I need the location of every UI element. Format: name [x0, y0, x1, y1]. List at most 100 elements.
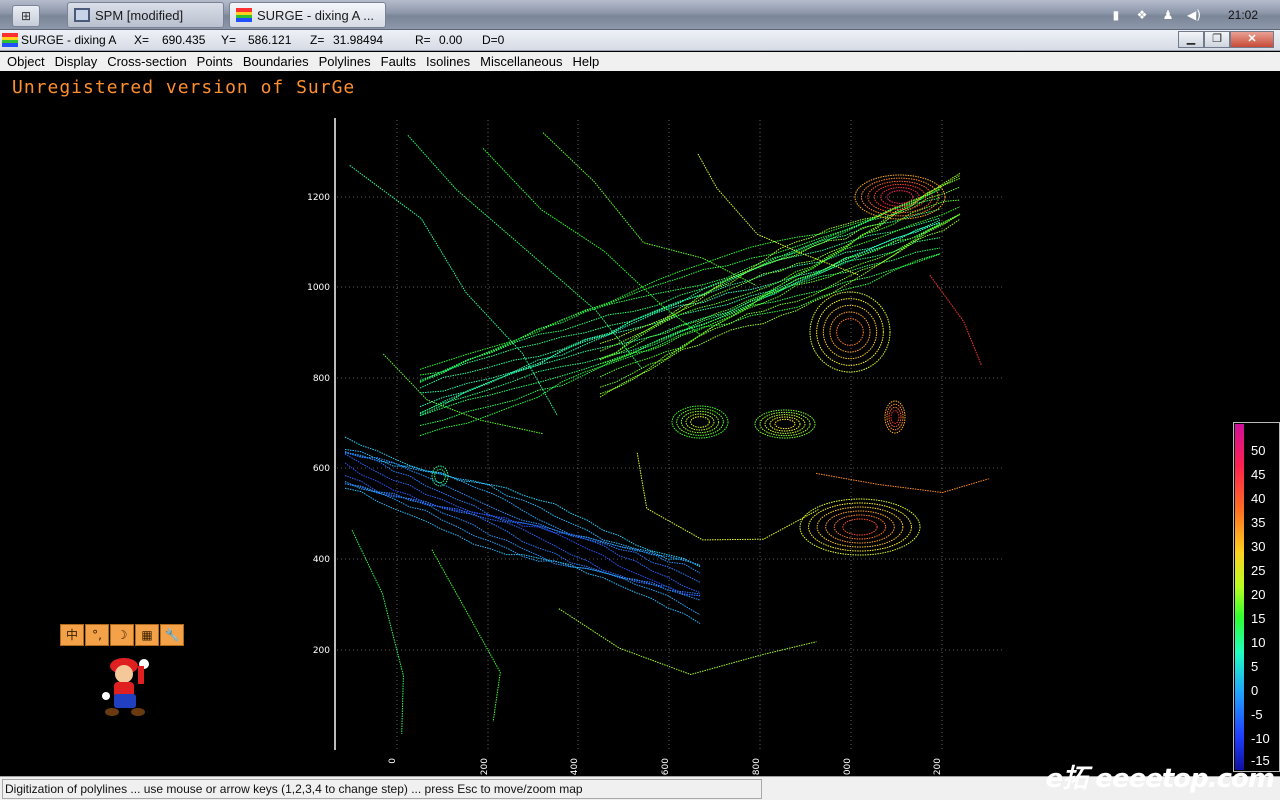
signal-icon[interactable]: ▮ [1108, 8, 1124, 22]
x-tick-label: 1200 [933, 758, 943, 776]
status-message: Digitization of polylines ... use mouse … [2, 779, 762, 799]
x-tick-label: 800 [752, 758, 762, 775]
menu-miscellaneous[interactable]: Miscellaneous [475, 54, 567, 69]
clock[interactable]: 21:02 [1228, 8, 1258, 22]
x-axis-ticks: 0 200 400 600 800 1000 1200 [388, 758, 943, 776]
isoline [434, 468, 446, 484]
ime-settings-button[interactable]: 🔧 [160, 624, 184, 646]
isoline [671, 405, 729, 439]
isoline [344, 436, 701, 568]
ime-chinese-button[interactable]: 中 [60, 624, 84, 646]
legend-label: -10 [1251, 731, 1270, 746]
y-tick-label: 800 [313, 374, 330, 384]
isoline [599, 186, 961, 361]
network-icon[interactable]: ❖ [1134, 8, 1150, 22]
legend-label: 15 [1251, 611, 1266, 626]
r-value: 0.00 [439, 33, 463, 47]
isoline [816, 298, 884, 366]
isoline [890, 410, 900, 424]
spm-app-icon [74, 8, 90, 22]
isoline [344, 462, 701, 597]
ime-toolbar: 中 °, ☽ ▦ 🔧 [60, 624, 184, 646]
legend-label: 35 [1251, 515, 1266, 530]
menu-cross-section[interactable]: Cross-section [102, 54, 191, 69]
y-coord-value: 586.121 [248, 33, 292, 47]
isoline [825, 510, 895, 544]
windows-logo-icon: ⊞ [20, 9, 32, 23]
isoline [407, 134, 642, 369]
minimize-icon: ▁ [1186, 33, 1196, 45]
x-tick-label: 600 [661, 758, 671, 775]
isoline [599, 174, 961, 352]
isoline [344, 483, 701, 595]
isoline [344, 475, 701, 596]
system-tray: ▮ ❖ ♟ ◀) 21:02 [1108, 0, 1280, 30]
color-scale-gradient [1235, 424, 1244, 770]
legend-label: 10 [1251, 635, 1266, 650]
maximize-button[interactable]: ❐ [1204, 31, 1230, 48]
menu-faults[interactable]: Faults [376, 54, 421, 69]
isoline [431, 549, 501, 722]
isoline [808, 502, 912, 552]
start-button[interactable]: ⊞ [12, 5, 40, 27]
menu-points[interactable]: Points [192, 54, 238, 69]
taskbar-item-surge[interactable]: SURGE - dixing A ... [229, 2, 386, 28]
taskbar-item-label: SURGE - dixing A ... [257, 7, 375, 23]
isoline [419, 247, 941, 417]
legend-label: 20 [1251, 587, 1266, 602]
minimize-button[interactable]: ▁ [1178, 31, 1204, 48]
window-titlebar: SURGE - dixing A X= 690.435 Y= 586.121 Z… [0, 30, 1280, 51]
isoline [829, 311, 871, 353]
ime-halfwidth-button[interactable]: ☽ [110, 624, 134, 646]
isoline [929, 274, 982, 365]
menu-help[interactable]: Help [567, 54, 604, 69]
y-tick-label: 1200 [307, 193, 330, 203]
legend-label: -5 [1251, 707, 1263, 722]
x-tick-label: 400 [570, 758, 580, 775]
x-tick-label: 1000 [843, 758, 853, 776]
surge-app-icon [2, 33, 18, 47]
isoline [351, 529, 404, 734]
isoline [809, 291, 891, 373]
isoline [816, 506, 904, 548]
isoline [680, 410, 720, 434]
menu-bar: Object Display Cross-section Points Boun… [0, 52, 1280, 71]
isoline [599, 177, 961, 360]
menu-display[interactable]: Display [50, 54, 103, 69]
volume-icon[interactable]: ◀) [1186, 8, 1202, 22]
isoline [884, 400, 906, 434]
menu-boundaries[interactable]: Boundaries [238, 54, 314, 69]
legend-label: 0 [1251, 683, 1259, 698]
legend-label: 5 [1251, 659, 1259, 674]
isoline [816, 472, 989, 494]
map-grid [337, 120, 1005, 750]
legend-label: 40 [1251, 491, 1266, 506]
isoline [542, 132, 757, 286]
mario-mascot-icon[interactable] [98, 652, 154, 724]
menu-object[interactable]: Object [2, 54, 50, 69]
y-tick-label: 600 [313, 464, 330, 474]
isoline [636, 452, 819, 541]
isoline [842, 518, 878, 536]
isoline [558, 608, 817, 676]
qq-penguin-icon[interactable]: ♟ [1160, 8, 1176, 22]
isoline [419, 219, 941, 394]
y-tick-label: 1000 [307, 283, 330, 293]
taskbar-item-spm[interactable]: SPM [modified] [67, 2, 224, 28]
isoline [599, 213, 961, 378]
map-canvas-area[interactable]: Unregistered version of SurGe 1200 1000 … [0, 72, 1280, 776]
legend-label: 30 [1251, 539, 1266, 554]
ime-keyboard-button[interactable]: ▦ [135, 624, 159, 646]
site-watermark: e拓 eeeetop.com [1045, 764, 1275, 794]
ime-punctuation-button[interactable]: °, [85, 624, 109, 646]
legend-label: 25 [1251, 563, 1266, 578]
close-icon: ✕ [1247, 33, 1257, 45]
taskbar: ⊞ SPM [modified] SURGE - dixing A ... ▮ … [0, 0, 1280, 30]
d-value: D=0 [482, 33, 505, 47]
taskbar-item-label: SPM [modified] [95, 7, 184, 23]
close-button[interactable]: ✕ [1230, 31, 1274, 48]
menu-polylines[interactable]: Polylines [314, 54, 376, 69]
menu-isolines[interactable]: Isolines [421, 54, 475, 69]
window-controls: ▁ ❐ ✕ [1178, 31, 1274, 48]
contour-map[interactable]: 1200 1000 800 600 400 200 0 200 400 600 … [0, 72, 1230, 776]
